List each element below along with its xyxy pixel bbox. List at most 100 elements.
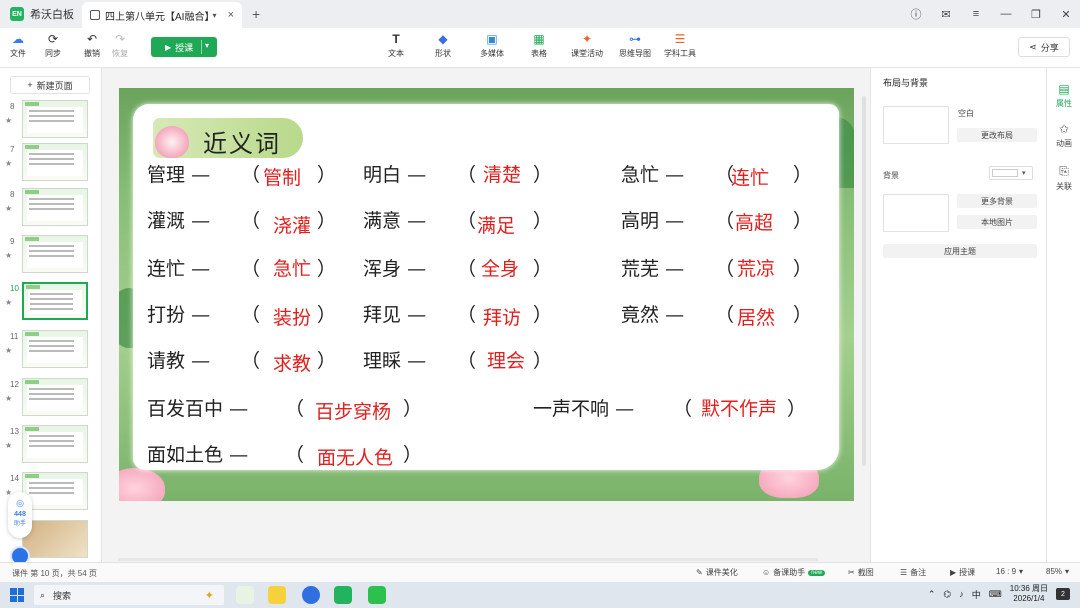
document-tab[interactable]: 四上第八单元【AI融合】 ▾ × — [82, 2, 242, 28]
answer-text[interactable]: 面无人色 — [317, 443, 393, 470]
slide-thumbnail[interactable]: 9 ★ — [0, 235, 101, 279]
aspect-ratio-select[interactable]: 16 : 9 ▾ — [996, 567, 1023, 576]
word-pair[interactable]: 一声不响 — — [533, 394, 634, 421]
word-pair[interactable]: 高明 — — [621, 206, 684, 233]
star-icon[interactable]: ★ — [5, 394, 12, 403]
undo-button[interactable]: ↶ 撤销 — [84, 32, 100, 59]
close-window-icon[interactable]: ✕ — [1060, 8, 1072, 21]
background-preview[interactable] — [883, 194, 949, 232]
slide-thumbnail[interactable]: 8 ★ — [0, 100, 101, 144]
subject-tools[interactable]: ☰ 学科工具 — [664, 32, 696, 59]
status-teach-button[interactable]: ▶ 授课 — [950, 567, 975, 578]
star-icon[interactable]: ★ — [5, 251, 12, 260]
answer-text[interactable]: 浇灌 — [273, 211, 311, 238]
text-tool[interactable]: T 文本 — [388, 32, 404, 59]
answer-text[interactable]: 装扮 — [273, 303, 311, 330]
word-pair[interactable]: 请教 — — [147, 346, 210, 373]
taskbar-wechat-icon[interactable] — [368, 586, 386, 604]
answer-text[interactable]: 高超 — [735, 208, 773, 235]
taskbar-app-icon[interactable] — [268, 586, 286, 604]
tab-properties[interactable]: ▤ 属性 — [1047, 82, 1080, 109]
notes-button[interactable]: ☰ 备注 — [900, 567, 926, 578]
answer-text[interactable]: 连忙 — [731, 163, 769, 190]
word-pair[interactable]: 面如土色 — — [147, 440, 248, 467]
word-pair[interactable]: 急忙 — — [621, 160, 684, 187]
word-pair[interactable]: 拜见 — — [363, 300, 426, 327]
share-button[interactable]: ⋖ 分享 — [1018, 37, 1070, 57]
answer-text[interactable]: 满足 — [477, 211, 515, 238]
word-pair[interactable]: 连忙 — — [147, 254, 210, 281]
windows-start-icon[interactable] — [10, 588, 24, 602]
word-pair[interactable]: 灌溉 — — [147, 206, 210, 233]
answer-text[interactable]: 居然 — [737, 303, 775, 330]
chevron-up-icon[interactable]: ⌃ — [928, 589, 936, 600]
clock[interactable]: 10:36 周日 2026/1/4 — [1010, 584, 1048, 604]
answer-text[interactable]: 拜访 — [483, 303, 521, 330]
ai-assistant-icon[interactable] — [10, 546, 30, 562]
minimize-icon[interactable]: — — [1000, 8, 1012, 20]
taskbar-easinote-icon[interactable] — [334, 586, 352, 604]
word-pair[interactable]: 明白 — — [363, 160, 426, 187]
zoom-select[interactable]: 85% ▾ — [1046, 567, 1069, 576]
star-icon[interactable]: ★ — [5, 116, 12, 125]
shape-tool[interactable]: ◆ 形状 — [435, 32, 451, 59]
star-icon[interactable]: ★ — [5, 346, 12, 355]
slide-thumbnail[interactable]: 8 7 ★ — [0, 143, 101, 187]
mindmap-tool[interactable]: ⊶ 思维导图 — [619, 32, 651, 59]
star-icon[interactable]: ★ — [5, 298, 12, 307]
redo-button[interactable]: ↷ 恢复 — [112, 32, 128, 59]
tab-animation[interactable]: ✩ 动画 — [1047, 122, 1080, 149]
help-icon[interactable]: ⓘ — [910, 6, 922, 22]
word-pair[interactable]: 荒芜 — — [621, 254, 684, 281]
background-color-picker[interactable]: ▾ — [989, 166, 1033, 180]
sync-button[interactable]: ⟳ 同步 — [45, 32, 61, 59]
beautify-button[interactable]: ✎ 课件美化 — [696, 567, 738, 578]
answer-text[interactable]: 求教 — [273, 349, 311, 376]
ime-indicator[interactable]: 中 — [972, 588, 981, 601]
new-page-button[interactable]: + 新建页面 — [10, 76, 90, 94]
slide-thumbnail[interactable]: 12 ★ — [0, 378, 101, 422]
local-image-button[interactable]: 本地图片 — [957, 215, 1037, 229]
star-icon[interactable]: ★ — [5, 441, 12, 450]
message-icon[interactable]: ✉ — [940, 8, 952, 21]
horizontal-scrollbar[interactable] — [118, 558, 818, 561]
slide[interactable]: 近义词 管理 — （ 管制 ） 明白 — （ 清楚 ） 急忙 — （ 连忙 ） … — [119, 88, 854, 501]
activity-tool[interactable]: ✦ 课堂活动 — [571, 32, 603, 59]
apply-theme-button[interactable]: 应用主题 — [883, 244, 1037, 258]
teach-button[interactable]: ▶ 授课 ▾ — [151, 37, 217, 57]
ime-icon[interactable]: ⌨ — [989, 589, 1002, 600]
maximize-icon[interactable]: ❐ — [1030, 8, 1042, 21]
menu-icon[interactable]: ≡ — [970, 8, 982, 20]
word-pair[interactable]: 百发百中 — — [147, 394, 248, 421]
change-layout-button[interactable]: 更改布局 — [957, 128, 1037, 142]
teach-dropdown-icon[interactable]: ▾ — [205, 41, 209, 50]
answer-text[interactable]: 荒凉 — [737, 254, 775, 281]
vertical-scrollbar[interactable] — [862, 96, 866, 466]
screenshot-button[interactable]: ✂ 截图 — [848, 567, 874, 578]
word-pair[interactable]: 理睬 — — [363, 346, 426, 373]
slide-title[interactable]: 近义词 — [203, 124, 281, 159]
tab-link[interactable]: ⎘ 关联 — [1047, 164, 1080, 192]
network-icon[interactable]: ⌬ — [943, 589, 951, 600]
star-icon[interactable]: ★ — [5, 159, 12, 168]
ai-assistant-badge[interactable]: ◎ 448 助手 — [8, 492, 32, 538]
file-menu[interactable]: ☁ 文件 — [10, 32, 26, 59]
notification-icon[interactable]: 2 — [1056, 588, 1070, 600]
answer-text[interactable]: 理会 — [487, 346, 525, 373]
word-pair[interactable]: 打扮 — — [147, 300, 210, 327]
answer-text[interactable]: 百步穿杨 — [315, 397, 391, 424]
slide-thumbnail[interactable]: 8 ★ — [0, 188, 101, 232]
answer-text[interactable]: 清楚 — [483, 160, 521, 187]
star-icon[interactable]: ★ — [5, 204, 12, 213]
word-pair[interactable]: 竟然 — — [621, 300, 684, 327]
answer-text[interactable]: 管制 — [263, 163, 301, 190]
more-background-button[interactable]: 更多背景 — [957, 194, 1037, 208]
new-tab-button[interactable]: + — [252, 6, 260, 22]
answer-text[interactable]: 全身 — [481, 254, 519, 281]
taskbar-search[interactable]: ⌕ 搜索 ✦ — [34, 585, 224, 605]
word-pair[interactable]: 管理 — — [147, 160, 210, 187]
close-tab-icon[interactable]: × — [228, 9, 234, 21]
slide-thumbnail[interactable]: 13 ★ — [0, 425, 101, 469]
word-pair[interactable]: 满意 — — [363, 206, 426, 233]
assistant-button[interactable]: ☺ 备课助手 new — [762, 567, 826, 578]
